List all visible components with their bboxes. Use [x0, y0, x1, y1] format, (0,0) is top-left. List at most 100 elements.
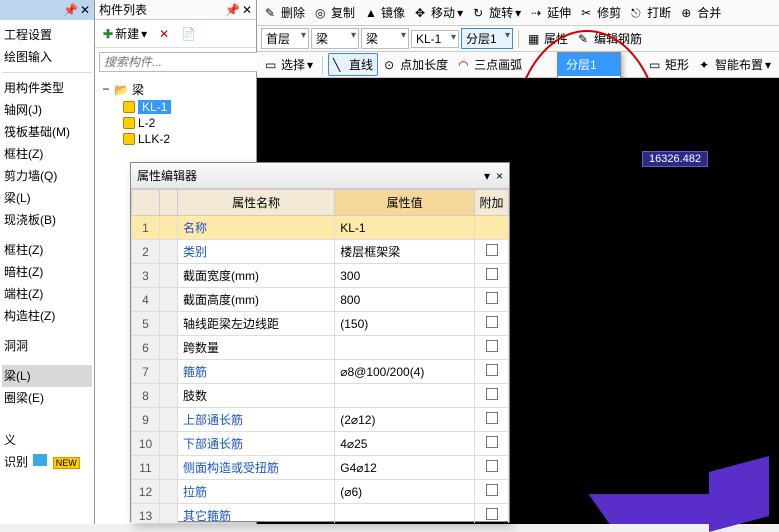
category1-select[interactable]: 梁 [311, 28, 359, 49]
extra-checkbox-cell[interactable] [475, 408, 509, 432]
tree-node-selected[interactable]: KL-1 [138, 100, 171, 114]
nav-item[interactable]: 用构件类型 [2, 77, 92, 99]
checkbox[interactable] [486, 316, 498, 328]
close-icon[interactable]: ✕ [80, 3, 90, 17]
property-row[interactable]: 5轴线距梁左边线距(150) [132, 312, 509, 336]
checkbox[interactable] [486, 460, 498, 472]
checkbox[interactable] [486, 412, 498, 424]
property-row[interactable]: 2类别楼层框架梁 [132, 240, 509, 264]
extra-checkbox-cell[interactable] [475, 456, 509, 480]
new-component-button[interactable]: ✚ 新建 ▾ [99, 23, 151, 44]
search-input[interactable] [99, 52, 260, 72]
checkbox[interactable] [486, 388, 498, 400]
extra-checkbox-cell[interactable] [475, 384, 509, 408]
close-icon[interactable]: × [496, 169, 503, 183]
nav-item[interactable]: 构造柱(Z) [2, 305, 92, 327]
line-tool-active[interactable]: ╲直线 [328, 53, 378, 76]
property-value[interactable]: G4⌀12 [335, 456, 475, 480]
tree-node[interactable]: L-2 [138, 116, 155, 130]
arc-tool[interactable]: ◠三点画弧 [454, 54, 526, 75]
properties-button[interactable]: ▦属性 [524, 28, 572, 49]
property-row[interactable]: 10下部通长筋4⌀25 [132, 432, 509, 456]
component-select[interactable]: KL-1 [411, 30, 459, 48]
nav-item[interactable]: 义 [2, 429, 92, 451]
mirror-button[interactable]: ▲镜像 [361, 2, 409, 23]
delete-button[interactable]: ✕ [155, 25, 173, 43]
property-value[interactable] [335, 336, 475, 360]
property-value[interactable]: 800 [335, 288, 475, 312]
property-row[interactable]: 11侧面构造或受扭筋G4⌀12 [132, 456, 509, 480]
property-value[interactable]: (150) [335, 312, 475, 336]
property-row[interactable]: 9上部通长筋(2⌀12) [132, 408, 509, 432]
layer-select[interactable]: 分层1 [461, 28, 513, 49]
nav-item[interactable]: 现浇板(B) [2, 209, 92, 231]
extra-checkbox-cell[interactable] [475, 360, 509, 384]
property-row[interactable]: 8肢数 [132, 384, 509, 408]
extra-checkbox-cell[interactable] [475, 432, 509, 456]
point-length-tool[interactable]: ⊙点加长度 [380, 54, 452, 75]
checkbox[interactable] [486, 244, 498, 256]
pin-icon[interactable]: 📌 [63, 3, 78, 17]
extra-checkbox-cell[interactable] [475, 312, 509, 336]
edit-rebar-button[interactable]: ✎编辑钢筋 [574, 28, 646, 49]
property-value[interactable]: (⌀6) [335, 480, 475, 504]
extra-checkbox-cell[interactable] [475, 240, 509, 264]
delete-button[interactable]: ✎删除 [261, 2, 309, 23]
property-value[interactable]: ⌀8@100/200(4) [335, 360, 475, 384]
extra-checkbox-cell[interactable] [475, 336, 509, 360]
checkbox[interactable] [486, 268, 498, 280]
property-value[interactable]: (2⌀12) [335, 408, 475, 432]
rotate-button[interactable]: ↻旋转▾ [469, 2, 525, 23]
pin-icon[interactable]: 📌 [225, 3, 240, 17]
checkbox[interactable] [486, 508, 498, 520]
property-row[interactable]: 13其它箍筋 [132, 504, 509, 524]
nav-item-selected[interactable]: 梁(L) [2, 365, 92, 387]
property-value[interactable]: 300 [335, 264, 475, 288]
smart-layout-button[interactable]: ✦智能布置▾ [695, 54, 775, 75]
property-value[interactable] [335, 384, 475, 408]
property-value[interactable] [335, 504, 475, 524]
close-icon[interactable]: ✕ [242, 3, 252, 17]
extra-checkbox-cell[interactable] [475, 216, 509, 240]
property-value[interactable]: 4⌀25 [335, 432, 475, 456]
nav-item[interactable]: 端柱(Z) [2, 283, 92, 305]
category2-select[interactable]: 梁 [361, 28, 409, 49]
tree-node[interactable]: LLK-2 [138, 132, 170, 146]
nav-section-draw[interactable]: 绘图输入 [2, 46, 92, 68]
trim-button[interactable]: ✂修剪 [577, 2, 625, 23]
nav-section-project[interactable]: 工程设置 [2, 24, 92, 46]
property-row[interactable]: 4截面高度(mm)800 [132, 288, 509, 312]
property-row[interactable]: 7箍筋⌀8@100/200(4) [132, 360, 509, 384]
nav-item[interactable]: 梁(L) [2, 187, 92, 209]
extra-checkbox-cell[interactable] [475, 288, 509, 312]
property-row[interactable]: 3截面宽度(mm)300 [132, 264, 509, 288]
property-row[interactable]: 1名称KL-1 [132, 216, 509, 240]
chevron-down-icon[interactable]: ▾ [484, 169, 490, 183]
checkbox[interactable] [486, 436, 498, 448]
nav-item[interactable]: 剪力墙(Q) [2, 165, 92, 187]
property-row[interactable]: 12拉筋(⌀6) [132, 480, 509, 504]
extra-checkbox-cell[interactable] [475, 264, 509, 288]
copy-button[interactable]: ◎复制 [311, 2, 359, 23]
nav-item[interactable]: 圈梁(E) [2, 387, 92, 409]
checkbox[interactable] [486, 340, 498, 352]
tree-root[interactable]: 梁 [132, 81, 144, 98]
nav-item[interactable]: 识别 NEW [2, 451, 92, 474]
rect-tool[interactable]: ▭矩形 [645, 54, 693, 75]
checkbox[interactable] [486, 292, 498, 304]
property-row[interactable]: 6跨数量 [132, 336, 509, 360]
property-value[interactable]: 楼层框架梁 [335, 240, 475, 264]
extra-checkbox-cell[interactable] [475, 504, 509, 524]
nav-item[interactable]: 洞洞 [2, 335, 92, 357]
merge-button[interactable]: ⊕合并 [677, 2, 725, 23]
copy-button[interactable]: 📄 [177, 25, 200, 43]
floor-select[interactable]: 首层 [261, 28, 309, 49]
nav-item[interactable]: 轴网(J) [2, 99, 92, 121]
checkbox[interactable] [486, 364, 498, 376]
select-tool[interactable]: ▭选择▾ [261, 54, 317, 75]
nav-item[interactable]: 筏板基础(M) [2, 121, 92, 143]
nav-item[interactable]: 暗柱(Z) [2, 261, 92, 283]
nav-item[interactable]: 框柱(Z) [2, 239, 92, 261]
break-button[interactable]: ⎋打断 [627, 2, 675, 23]
move-button[interactable]: ✥移动▾ [411, 2, 467, 23]
